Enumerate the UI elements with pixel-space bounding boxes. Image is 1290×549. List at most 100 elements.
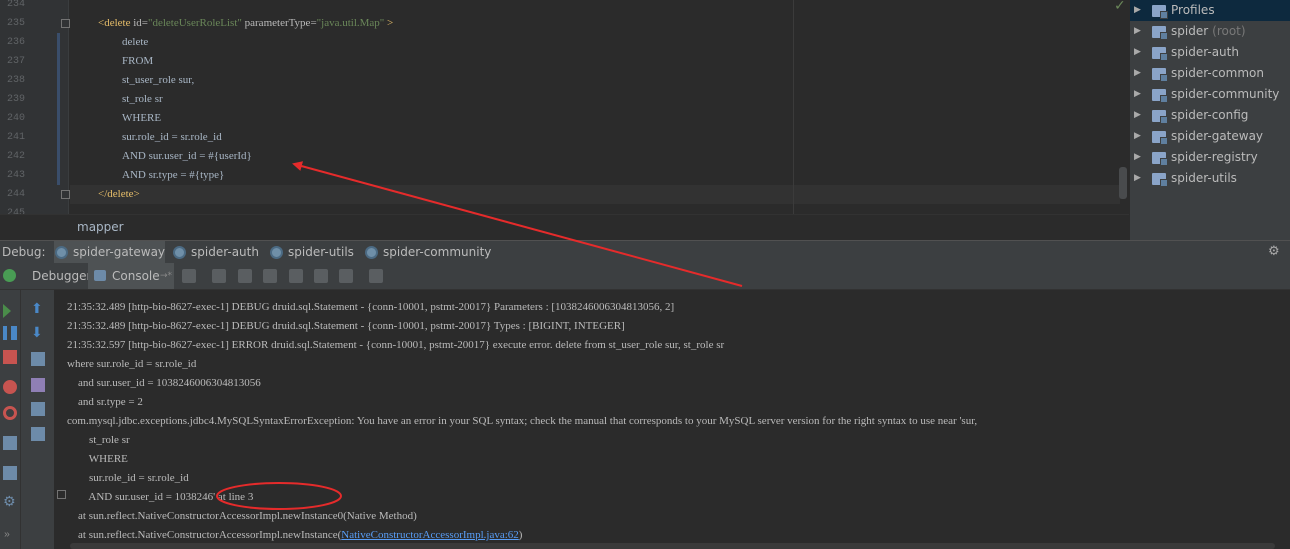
debug-tab-spider-gateway[interactable]: spider-gateway [54, 241, 166, 264]
tree-item-label: Profiles [1171, 0, 1215, 21]
fold-marker-icon[interactable] [61, 19, 70, 28]
tree-item-label: spider-community [1171, 84, 1279, 105]
layout-icon[interactable] [3, 466, 17, 480]
module-folder-icon [1152, 47, 1168, 61]
project-tree[interactable]: ▶ Profiles ▶ spider (root) ▶ spider-auth ▶ spide… [1129, 0, 1290, 240]
tree-item-text: spider-gateway [1171, 129, 1264, 143]
chevron-right-icon[interactable]: ▶ [1134, 84, 1141, 105]
console-line: com.mysql.jdbc.exceptions.jdbc4.MySQLSyn… [67, 415, 978, 427]
evaluate-expression-icon[interactable] [369, 269, 383, 283]
tree-item-spider-auth[interactable]: ▶ spider-auth [1130, 42, 1290, 63]
camera-icon[interactable] [3, 436, 17, 450]
console-output[interactable]: 21:35:32.489 [http-bio-8627-exec-1] DEBU… [55, 290, 1290, 549]
settings-icon[interactable]: ⚙ [3, 494, 16, 510]
print-icon[interactable] [31, 402, 45, 416]
console-line: at sun.reflect.NativeConstructorAccessor… [67, 510, 417, 522]
stacktrace-link[interactable]: NativeConstructorAccessorImpl.java:62 [341, 529, 518, 541]
fold-marker-icon[interactable] [57, 490, 66, 499]
tree-item-text: spider-utils [1171, 171, 1237, 185]
vcs-change-marker [57, 33, 60, 185]
console-line: 21:35:32.489 [http-bio-8627-exec-1] DEBU… [67, 320, 625, 332]
show-execution-point-icon[interactable] [182, 269, 196, 283]
console-line: 21:35:32.489 [http-bio-8627-exec-1] DEBU… [67, 301, 675, 313]
module-folder-icon [1152, 131, 1168, 145]
tree-item-label: spider-common [1171, 63, 1264, 84]
soft-wrap-icon[interactable] [31, 352, 45, 366]
scroll-to-end-icon[interactable] [31, 378, 45, 392]
module-folder-icon [1152, 89, 1168, 103]
tree-item-label: spider (root) [1171, 21, 1246, 42]
tree-item-spider-community[interactable]: ▶ spider-community [1130, 84, 1290, 105]
tree-item-text: spider-registry [1171, 150, 1258, 164]
step-out-icon[interactable] [289, 269, 303, 283]
fold-marker-icon[interactable] [61, 190, 70, 199]
clear-all-icon[interactable] [31, 427, 45, 441]
console-line: sur.role_id = sr.role_id [67, 472, 189, 484]
debug-toolbar: Debugger Console →* [0, 263, 1290, 290]
resume-icon[interactable] [3, 304, 11, 318]
chevron-right-icon[interactable]: ▶ [1134, 42, 1141, 63]
chevron-right-icon[interactable]: ▶ [1134, 63, 1141, 84]
chevron-right-icon[interactable]: ▶ [1134, 21, 1141, 42]
arrow-down-icon[interactable]: ⬇ [31, 326, 43, 340]
console-line: and sr.type = 2 [67, 396, 143, 408]
line-number: 239 [7, 94, 26, 105]
debug-tab-spider-utils[interactable]: spider-utils [269, 241, 354, 264]
mute-breakpoints-icon[interactable] [3, 406, 17, 420]
code-token: sur.role_id = sr.role_id [122, 131, 222, 143]
right-margin-guide [793, 0, 794, 214]
drop-frame-icon[interactable] [314, 269, 328, 283]
console-scrollbar[interactable] [70, 543, 1275, 549]
run-to-cursor-icon[interactable] [339, 269, 353, 283]
tree-item-spider-registry[interactable]: ▶ spider-registry [1130, 147, 1290, 168]
view-breakpoints-icon[interactable] [3, 380, 17, 394]
tab-debugger[interactable]: Debugger [24, 263, 91, 289]
code-line: delete [122, 33, 148, 52]
gear-icon[interactable]: ⚙ [1268, 244, 1280, 259]
force-step-into-icon[interactable] [263, 269, 277, 283]
tree-item-spider[interactable]: ▶ spider (root) [1130, 21, 1290, 42]
code-line: WHERE [122, 109, 161, 128]
breadcrumb-item[interactable]: mapper [77, 220, 124, 234]
tab-console[interactable]: Console →* [88, 263, 174, 289]
pause-icon[interactable] [3, 326, 17, 340]
editor-scrollbar[interactable] [1119, 167, 1127, 199]
tree-item-spider-config[interactable]: ▶ spider-config [1130, 105, 1290, 126]
line-number: 234 [7, 0, 26, 10]
arrow-up-icon[interactable]: ⬆ [31, 302, 43, 316]
console-icon [94, 270, 106, 281]
code-line: FROM [122, 52, 153, 71]
tree-item-spider-utils[interactable]: ▶ spider-utils [1130, 168, 1290, 189]
console-side-toolbar: ⬆ ⬇ [21, 290, 55, 549]
breadcrumb: mapper [0, 214, 1129, 240]
debug-label: Debug: [2, 245, 46, 259]
chevron-right-icon[interactable]: ▶ [1134, 105, 1141, 126]
stop-icon[interactable] [3, 350, 17, 364]
code-editor[interactable]: 234235236237238239240241242243244245 <de… [0, 0, 1129, 240]
chevron-right-icon[interactable]: ▶ [1134, 147, 1141, 168]
code-token: </delete> [98, 188, 140, 200]
code-area[interactable]: <delete id="deleteUserRoleList" paramete… [70, 0, 1120, 214]
tree-item-Profiles[interactable]: ▶ Profiles [1130, 0, 1290, 21]
debug-tab-spider-community[interactable]: spider-community [364, 241, 491, 264]
more-icon[interactable]: » [4, 530, 10, 541]
rerun-icon[interactable] [3, 269, 16, 282]
code-line: <delete id="deleteUserRoleList" paramete… [98, 14, 393, 33]
step-over-icon[interactable] [212, 269, 226, 283]
console-line: 21:35:32.597 [http-bio-8627-exec-1] ERRO… [67, 339, 725, 351]
chevron-right-icon[interactable]: ▶ [1134, 126, 1141, 147]
module-folder-icon [1152, 110, 1168, 124]
tree-item-spider-gateway[interactable]: ▶ spider-gateway [1130, 126, 1290, 147]
step-into-icon[interactable] [238, 269, 252, 283]
module-folder-icon [1152, 26, 1168, 40]
chevron-right-icon[interactable]: ▶ [1134, 168, 1141, 189]
tree-item-label: spider-registry [1171, 147, 1258, 168]
code-line: AND sur.user_id = #{userId} [122, 147, 252, 166]
debug-tab-spider-auth[interactable]: spider-auth [172, 241, 259, 264]
code-token: "java.util.Map" [316, 17, 385, 29]
tree-item-spider-common[interactable]: ▶ spider-common [1130, 63, 1290, 84]
console-line: WHERE [67, 453, 128, 465]
console-line: AND sur.user_id = 1038246' at line 3 [67, 491, 254, 503]
chevron-right-icon[interactable]: ▶ [1134, 0, 1141, 21]
debug-side-toolbar: ⚙ » [0, 290, 21, 549]
